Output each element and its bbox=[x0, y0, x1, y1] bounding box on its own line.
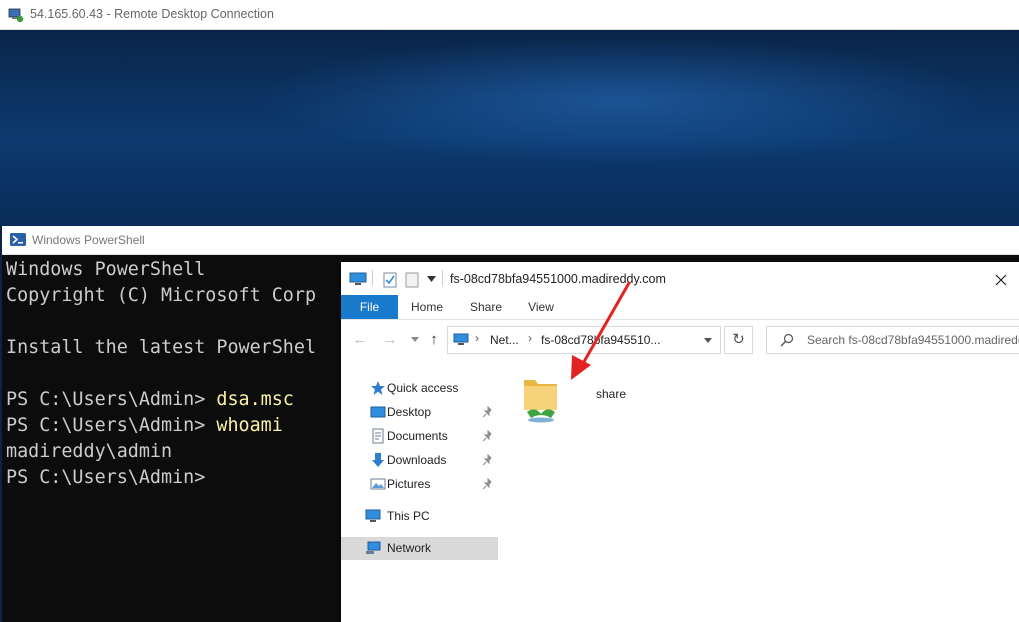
console-line: Windows PowerShell bbox=[6, 259, 206, 280]
rdp-title-bar[interactable]: 54.165.60.43 - Remote Desktop Connection bbox=[0, 0, 1019, 30]
powershell-window-title: Windows PowerShell bbox=[32, 233, 145, 247]
sidebar-item-desktop[interactable]: Desktop bbox=[341, 401, 498, 424]
file-explorer-window: fs-08cd78bfa94551000.madireddy.com File … bbox=[341, 262, 1019, 622]
console-line: PS C:\Users\Admin> whoami bbox=[6, 415, 283, 436]
tab-view[interactable]: View bbox=[516, 295, 566, 319]
item-name: share bbox=[596, 387, 627, 401]
remote-desktop-background bbox=[0, 30, 1019, 226]
close-icon[interactable] bbox=[991, 270, 1011, 290]
sidebar-item-quick-access[interactable]: Quick access bbox=[341, 377, 498, 400]
pin-icon bbox=[482, 406, 492, 418]
console-command: dsa.msc bbox=[216, 389, 294, 410]
rdp-window-title: 54.165.60.43 - Remote Desktop Connection bbox=[30, 7, 274, 21]
explorer-title-bar[interactable]: fs-08cd78bfa94551000.madireddy.com bbox=[341, 262, 1019, 295]
toolbar-divider bbox=[372, 270, 373, 286]
sidebar-item-label: Network bbox=[387, 541, 432, 555]
sidebar-item-label: This PC bbox=[387, 509, 430, 523]
powershell-icon bbox=[10, 233, 26, 246]
file-list-pane: share bbox=[498, 358, 1019, 622]
documents-icon bbox=[372, 428, 384, 444]
address-dropdown-icon[interactable] bbox=[704, 338, 712, 343]
this-pc-icon bbox=[365, 509, 381, 522]
pin-icon bbox=[482, 478, 492, 490]
tab-file[interactable]: File bbox=[341, 295, 398, 319]
star-icon bbox=[371, 381, 385, 395]
console-command: whoami bbox=[216, 415, 283, 436]
toolbar-divider bbox=[442, 270, 443, 286]
refresh-button[interactable]: ↻ bbox=[724, 326, 753, 354]
forward-arrow-icon[interactable]: → bbox=[381, 331, 399, 349]
sidebar-item-label: Pictures bbox=[387, 477, 431, 491]
chevron-down-icon[interactable] bbox=[427, 276, 436, 282]
tab-home[interactable]: Home bbox=[402, 295, 452, 319]
computer-icon bbox=[349, 272, 367, 285]
annotation-arrow bbox=[571, 281, 631, 380]
sidebar-item-label: Documents bbox=[387, 429, 448, 443]
navigation-pane: Quick access Desktop Documents Downloads bbox=[341, 358, 498, 622]
network-icon bbox=[453, 333, 469, 345]
sidebar-item-label: Desktop bbox=[387, 405, 432, 419]
tab-share[interactable]: Share bbox=[461, 295, 511, 319]
powershell-title-bar[interactable] bbox=[2, 226, 1019, 255]
pin-icon bbox=[482, 430, 492, 442]
network-icon bbox=[366, 541, 381, 554]
desktop-icon bbox=[370, 406, 386, 418]
console-line: Install the latest PowerShel bbox=[6, 337, 317, 358]
console-line: Copyright (C) Microsoft Corp bbox=[6, 285, 317, 306]
console-prompt: PS C:\Users\Admin> bbox=[6, 467, 206, 488]
sidebar-item-network[interactable]: Network bbox=[341, 537, 498, 560]
ribbon-tabs: File Home Share View bbox=[341, 295, 1019, 320]
pictures-icon bbox=[370, 478, 386, 490]
sidebar-item-pictures[interactable]: Pictures bbox=[341, 473, 498, 496]
back-arrow-icon[interactable]: ← bbox=[351, 331, 369, 349]
pin-icon bbox=[482, 454, 492, 466]
refresh-icon: ↻ bbox=[732, 331, 745, 348]
sidebar-item-label: Quick access bbox=[387, 381, 459, 395]
sidebar-item-label: Downloads bbox=[387, 453, 447, 467]
sidebar-item-documents[interactable]: Documents bbox=[341, 425, 498, 448]
breadcrumb-network[interactable]: Net... bbox=[490, 333, 519, 347]
download-arrow-icon bbox=[372, 453, 384, 467]
search-icon bbox=[780, 333, 794, 347]
console-line: madireddy\admin bbox=[6, 441, 173, 462]
search-input[interactable]: Search fs-08cd78bfa94551000.madireddy.co… bbox=[766, 326, 1019, 354]
breadcrumb-separator: › bbox=[528, 331, 532, 345]
recent-locations-chevron-icon[interactable] bbox=[411, 337, 419, 342]
address-row: ← → ↑ › Net... › fs-08cd78bfa945510... ↻ bbox=[341, 320, 1019, 358]
shared-folder-icon bbox=[524, 380, 557, 423]
sidebar-item-this-pc[interactable]: This PC bbox=[341, 505, 498, 528]
console-line: PS C:\Users\Admin> dsa.msc bbox=[6, 389, 294, 410]
up-arrow-icon[interactable]: ↑ bbox=[425, 331, 443, 349]
remote-desktop-icon bbox=[8, 8, 24, 23]
properties-icon[interactable] bbox=[383, 272, 397, 288]
search-placeholder: Search fs-08cd78bfa94551000.madireddy.co… bbox=[807, 333, 1019, 347]
new-folder-icon[interactable] bbox=[405, 272, 419, 288]
breadcrumb-separator: › bbox=[475, 331, 479, 345]
sidebar-item-downloads[interactable]: Downloads bbox=[341, 449, 498, 472]
